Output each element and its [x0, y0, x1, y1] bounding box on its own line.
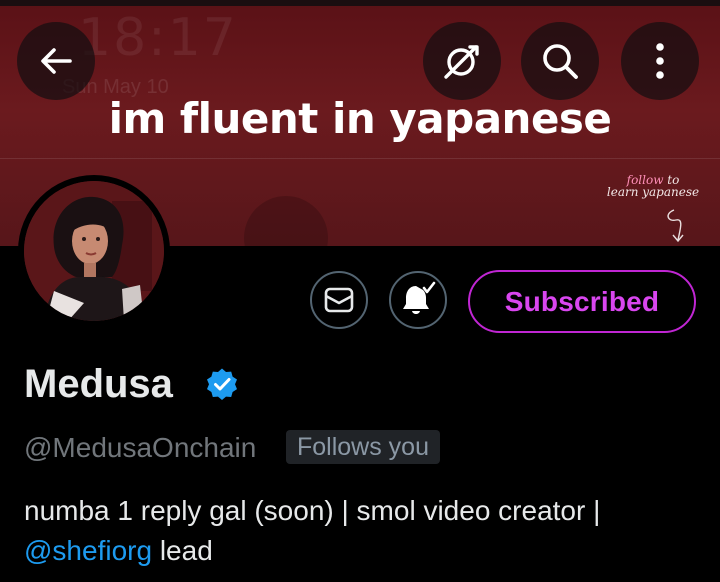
arrow-left-icon	[41, 48, 72, 74]
notifications-button[interactable]	[389, 271, 447, 329]
grok-button[interactable]	[423, 22, 501, 100]
subscribed-button[interactable]: Subscribed	[468, 270, 696, 333]
bio-suffix: lead	[152, 535, 213, 566]
status-bar-strip	[0, 0, 720, 6]
banner-headline: im fluent in yapanese	[108, 94, 612, 143]
bio-text: numba 1 reply gal (soon) | smol video cr…	[24, 495, 601, 526]
search-button[interactable]	[521, 22, 599, 100]
profile-handle: @MedusaOnchain	[24, 432, 257, 463]
message-button[interactable]	[310, 271, 368, 329]
banner-ghost-circle	[244, 196, 328, 246]
avatar-portrait	[24, 181, 164, 321]
profile-bio: numba 1 reply gal (soon) | smol video cr…	[24, 491, 714, 571]
back-button[interactable]	[17, 22, 95, 100]
bell-check-icon	[403, 281, 436, 314]
more-vertical-icon	[656, 43, 664, 79]
envelope-icon	[324, 287, 354, 313]
more-options-button[interactable]	[621, 22, 699, 100]
grok-icon	[444, 45, 479, 79]
banner-note-learn: learn yapanese	[606, 185, 700, 199]
verified-badge-icon[interactable]	[205, 367, 239, 401]
bio-mention-link[interactable]: @shefiorg	[24, 535, 152, 566]
follows-you-badge: Follows you	[286, 430, 440, 464]
banner-note: follow to learn yapanese	[598, 174, 708, 198]
banner-divider	[0, 158, 720, 159]
avatar[interactable]	[18, 175, 170, 327]
banner-ghost-time: 18:17	[78, 8, 238, 68]
avatar-photo	[24, 181, 164, 321]
curly-arrow-icon	[667, 209, 684, 243]
search-icon	[543, 44, 578, 79]
profile-name: Medusa	[24, 362, 173, 406]
